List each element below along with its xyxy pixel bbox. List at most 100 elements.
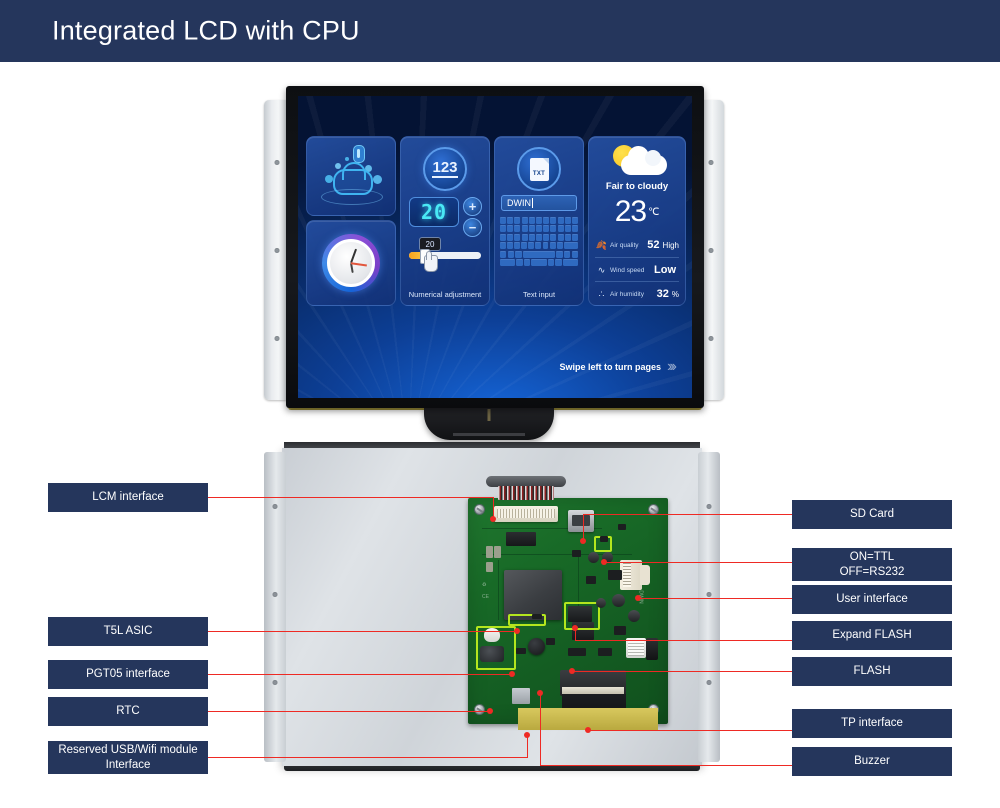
buzzer-component bbox=[528, 638, 545, 655]
key[interactable] bbox=[523, 258, 531, 266]
key[interactable] bbox=[556, 242, 563, 250]
key[interactable] bbox=[557, 233, 564, 241]
callout-lcm-interface[interactable]: LCM interface bbox=[48, 483, 208, 512]
key[interactable] bbox=[528, 242, 535, 250]
key[interactable] bbox=[543, 225, 550, 233]
callout-expand-flash[interactable]: Expand FLASH bbox=[792, 621, 952, 650]
key[interactable] bbox=[542, 242, 549, 250]
card-text-input[interactable]: TXT DWIN Text input bbox=[494, 136, 584, 306]
key[interactable] bbox=[572, 233, 579, 241]
key[interactable] bbox=[564, 225, 571, 233]
key[interactable] bbox=[536, 225, 543, 233]
key[interactable] bbox=[547, 258, 555, 266]
callout-pgt05-interface[interactable]: PGT05 interface bbox=[48, 660, 208, 689]
air-humidity-label: Air humidity bbox=[610, 290, 644, 298]
lead-line-rtc bbox=[208, 711, 491, 713]
card-weather[interactable]: Fair to cloudy 23 ℃ 🍂 Air quality 52 High… bbox=[588, 136, 686, 306]
display-bezel: 123 20 + − 20 Numerical adjustment TXT D… bbox=[286, 86, 704, 408]
key[interactable] bbox=[521, 225, 528, 233]
key[interactable] bbox=[507, 233, 514, 241]
card-cloud-demo[interactable] bbox=[306, 136, 396, 216]
bracket-hole bbox=[708, 160, 714, 165]
callout-t5l-asic[interactable]: T5L ASIC bbox=[48, 617, 208, 646]
key[interactable] bbox=[563, 250, 571, 258]
text-input-field[interactable]: DWIN bbox=[501, 195, 577, 211]
callout-user-interface[interactable]: User interface bbox=[792, 585, 952, 614]
space-key[interactable] bbox=[522, 250, 556, 258]
lcd-screen: 123 20 + − 20 Numerical adjustment TXT D… bbox=[298, 96, 692, 398]
keyboard-row bbox=[500, 250, 578, 258]
key[interactable] bbox=[550, 225, 557, 233]
key[interactable] bbox=[515, 250, 522, 258]
callout-reserved-usb-wifi[interactable]: Reserved USB/Wifi module Interface bbox=[48, 741, 208, 774]
key[interactable] bbox=[500, 250, 507, 258]
ok-key[interactable] bbox=[531, 258, 547, 266]
decrement-button[interactable]: − bbox=[463, 218, 482, 237]
key[interactable] bbox=[500, 217, 507, 224]
key[interactable] bbox=[500, 225, 507, 233]
backspace-key[interactable] bbox=[563, 242, 579, 250]
callout-tp-interface[interactable]: TP interface bbox=[792, 709, 952, 738]
key[interactable] bbox=[514, 233, 521, 241]
ic-chip bbox=[506, 532, 536, 546]
increment-button[interactable]: + bbox=[463, 197, 482, 216]
leaf-icon: 🍂 bbox=[595, 239, 608, 250]
key[interactable] bbox=[514, 242, 521, 250]
key[interactable] bbox=[572, 217, 579, 224]
key[interactable] bbox=[543, 217, 550, 224]
key[interactable] bbox=[528, 217, 535, 224]
capslock-key[interactable] bbox=[500, 258, 516, 266]
key[interactable] bbox=[536, 217, 543, 224]
key[interactable] bbox=[514, 225, 521, 233]
on-screen-keyboard[interactable] bbox=[500, 217, 579, 267]
key[interactable] bbox=[528, 225, 535, 233]
key[interactable] bbox=[564, 233, 571, 241]
key[interactable] bbox=[536, 233, 543, 241]
key[interactable] bbox=[550, 233, 557, 241]
key[interactable] bbox=[549, 242, 556, 250]
key[interactable] bbox=[507, 250, 515, 258]
key[interactable] bbox=[507, 225, 514, 233]
key[interactable] bbox=[557, 225, 564, 233]
lead-line-expand bbox=[575, 640, 792, 642]
key[interactable] bbox=[507, 242, 513, 250]
key[interactable] bbox=[543, 233, 550, 241]
key[interactable] bbox=[557, 217, 564, 224]
key[interactable] bbox=[550, 217, 557, 224]
callout-sd-card[interactable]: SD Card bbox=[792, 500, 952, 529]
key[interactable] bbox=[564, 217, 571, 224]
key[interactable] bbox=[500, 233, 507, 241]
key[interactable] bbox=[507, 217, 514, 224]
callout-rtc[interactable]: RTC bbox=[48, 697, 208, 726]
page-title: Integrated LCD with CPU bbox=[52, 15, 360, 46]
resistor bbox=[572, 550, 581, 557]
card-clock-demo[interactable] bbox=[306, 220, 396, 306]
resistor-array bbox=[568, 648, 586, 656]
key[interactable] bbox=[571, 250, 578, 258]
key[interactable] bbox=[572, 225, 579, 233]
key[interactable] bbox=[514, 217, 521, 224]
key[interactable] bbox=[500, 242, 506, 250]
resistor bbox=[486, 546, 493, 558]
callout-flash[interactable]: FLASH bbox=[792, 657, 952, 686]
txt-file-icon: TXT bbox=[517, 147, 561, 191]
bubble-icon bbox=[325, 175, 333, 183]
key[interactable] bbox=[521, 217, 528, 224]
lead-line-pgt05 bbox=[208, 674, 513, 676]
key[interactable] bbox=[535, 242, 542, 250]
key[interactable] bbox=[556, 250, 563, 258]
key[interactable] bbox=[516, 258, 523, 266]
key[interactable] bbox=[521, 233, 528, 241]
enter-key[interactable] bbox=[562, 258, 578, 266]
callout-ttl-rs232[interactable]: ON=TTL OFF=RS232 bbox=[792, 548, 952, 581]
callout-buzzer[interactable]: Buzzer bbox=[792, 747, 952, 776]
card-numerical-adjustment[interactable]: 123 20 + − 20 Numerical adjustment bbox=[400, 136, 490, 306]
ic-small bbox=[608, 570, 622, 580]
key[interactable] bbox=[528, 233, 535, 241]
lead-line-user bbox=[638, 598, 792, 600]
hand-cursor-icon bbox=[424, 251, 438, 272]
lead-endpoint bbox=[537, 690, 543, 696]
key[interactable] bbox=[555, 258, 562, 266]
bracket-hole bbox=[272, 680, 278, 685]
key[interactable] bbox=[521, 242, 528, 250]
